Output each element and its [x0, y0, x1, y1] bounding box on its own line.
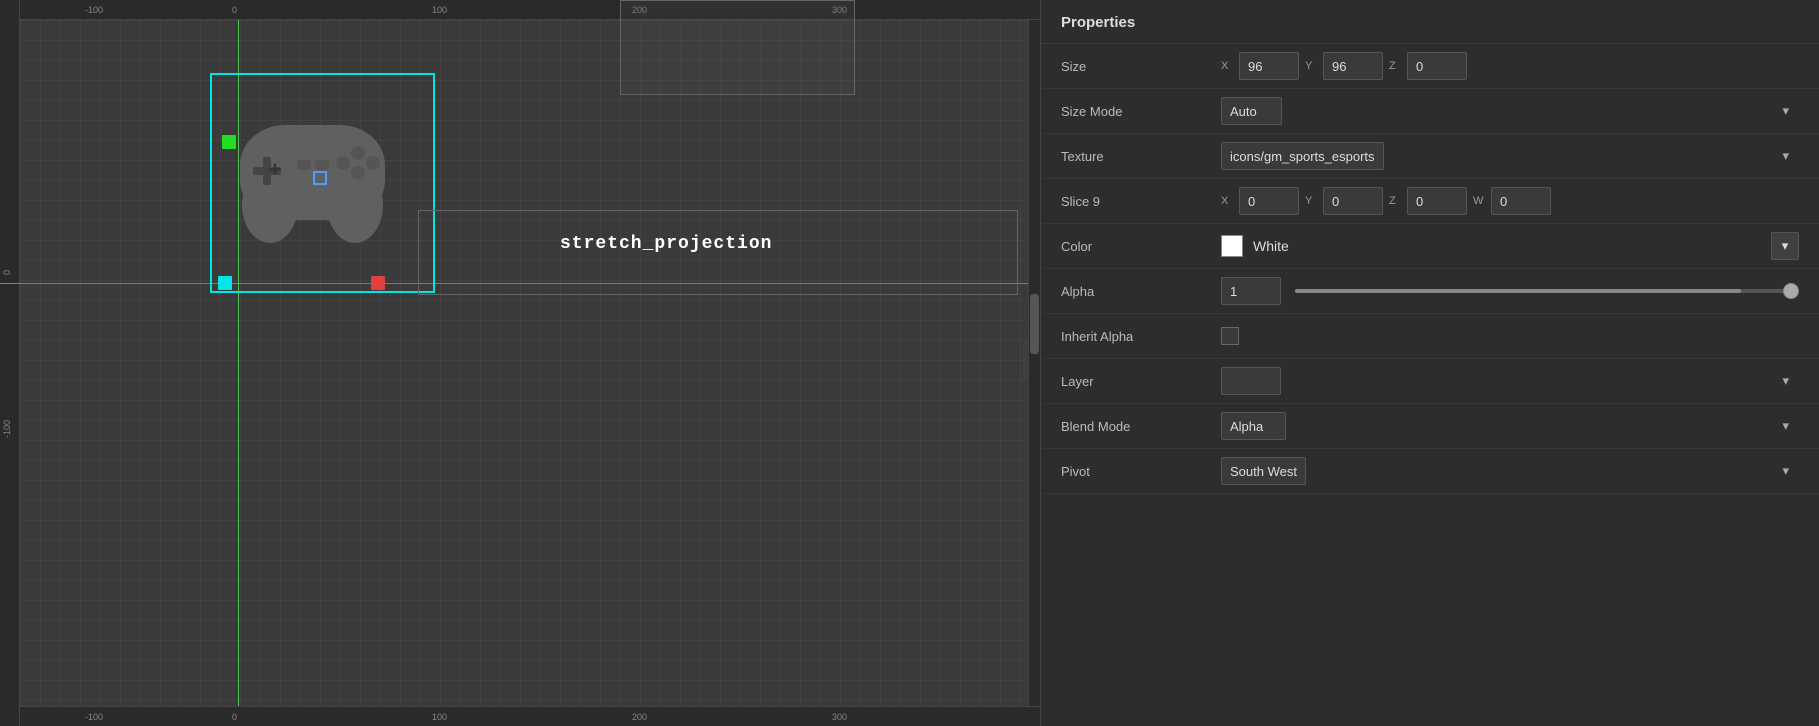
pivot-indicator: [313, 171, 327, 185]
ruler-left: 0 -100: [0, 0, 20, 726]
prop-label-blend-mode: Blend Mode: [1061, 419, 1221, 434]
scrollbar-thumb[interactable]: [1030, 294, 1039, 354]
prop-row-alpha: Alpha: [1041, 269, 1819, 314]
prop-value-pivot: South West North North East East South E…: [1221, 457, 1799, 485]
texture-select[interactable]: icons/gm_sports_esports: [1221, 142, 1384, 170]
alpha-input[interactable]: [1221, 277, 1281, 305]
prop-label-alpha: Alpha: [1061, 284, 1221, 299]
prop-row-texture: Texture icons/gm_sports_esports: [1041, 134, 1819, 179]
prop-label-color: Color: [1061, 239, 1221, 254]
ruler-bottom: -100 0 100 200 300: [20, 706, 1040, 726]
size-z-input[interactable]: [1407, 52, 1467, 80]
handle-bottom-left[interactable]: [218, 276, 232, 290]
prop-row-size: Size X Y Z: [1041, 44, 1819, 89]
ruler-tick-bottom: 300: [832, 712, 847, 722]
canvas-area: -100 0 100 200 300 0 -100 stretch_projec…: [0, 0, 1040, 726]
prop-row-blend-mode: Blend Mode Alpha Additive Multiply: [1041, 404, 1819, 449]
prop-row-size-mode: Size Mode Auto Manual: [1041, 89, 1819, 134]
prop-value-texture: icons/gm_sports_esports: [1221, 142, 1799, 170]
ruler-tick-bottom: 100: [432, 712, 447, 722]
pivot-select[interactable]: South West North North East East South E…: [1221, 457, 1306, 485]
color-value-label: White: [1253, 238, 1289, 254]
alpha-slider-track[interactable]: [1295, 289, 1791, 293]
layer-select[interactable]: Default: [1221, 367, 1281, 395]
prop-label-inherit-alpha: Inherit Alpha: [1061, 329, 1221, 344]
ruler-tick: 0: [232, 5, 237, 15]
color-dropdown-button[interactable]: ▾: [1771, 232, 1799, 260]
coord-label-y: Y: [1305, 60, 1317, 72]
color-swatch[interactable]: [1221, 235, 1243, 257]
prop-value-slice9: X Y Z W: [1221, 187, 1799, 215]
chevron-down-icon: ▾: [1782, 238, 1789, 254]
alpha-slider-fill: [1295, 289, 1741, 293]
s9-coord-label-x: X: [1221, 195, 1233, 207]
slice9-w-input[interactable]: [1491, 187, 1551, 215]
prop-label-pivot: Pivot: [1061, 464, 1221, 479]
prop-value-size: X Y Z: [1221, 52, 1799, 80]
panel-title: Properties: [1041, 0, 1819, 44]
prop-label-layer: Layer: [1061, 374, 1221, 389]
scroll-grip: [1023, 340, 1027, 380]
ruler-tick-left: 0: [2, 270, 12, 275]
svg-text:+: +: [269, 157, 282, 182]
layer-select-wrapper: Default: [1221, 367, 1799, 395]
properties-panel: Properties Size X Y Z Size Mode Auto Man…: [1040, 0, 1819, 726]
canvas-grid: [0, 0, 1040, 726]
s9-coord-label-z: Z: [1389, 195, 1401, 207]
prop-value-color: White ▾: [1221, 232, 1799, 260]
ruler-tick-bottom: 0: [232, 712, 237, 722]
prop-row-pivot: Pivot South West North North East East S…: [1041, 449, 1819, 494]
size-mode-select[interactable]: Auto Manual: [1221, 97, 1282, 125]
ruler-tick: 100: [432, 5, 447, 15]
blend-mode-select[interactable]: Alpha Additive Multiply: [1221, 412, 1286, 440]
prop-value-size-mode: Auto Manual: [1221, 97, 1799, 125]
alpha-slider-thumb[interactable]: [1783, 283, 1799, 299]
prop-value-blend-mode: Alpha Additive Multiply: [1221, 412, 1799, 440]
ruler-top: -100 0 100 200 300: [0, 0, 1040, 20]
prop-label-slice9: Slice 9: [1061, 194, 1221, 209]
size-mode-select-wrapper: Auto Manual: [1221, 97, 1799, 125]
prop-row-color: Color White ▾: [1041, 224, 1819, 269]
handle-bottom-right[interactable]: [371, 276, 385, 290]
prop-value-alpha: [1221, 277, 1799, 305]
prop-label-texture: Texture: [1061, 149, 1221, 164]
pivot-select-wrapper: South West North North East East South E…: [1221, 457, 1799, 485]
slice9-z-input[interactable]: [1407, 187, 1467, 215]
ruler-tick: -100: [85, 5, 103, 15]
handle-top-left[interactable]: [222, 135, 236, 149]
prop-row-slice9: Slice 9 X Y Z W: [1041, 179, 1819, 224]
canvas-scrollbar[interactable]: [1028, 20, 1040, 706]
s9-coord-label-w: W: [1473, 195, 1485, 207]
size-y-input[interactable]: [1323, 52, 1383, 80]
ruler-tick-left: -100: [2, 420, 12, 438]
size-x-input[interactable]: [1239, 52, 1299, 80]
inherit-alpha-checkbox[interactable]: [1221, 327, 1239, 345]
prop-value-layer: Default: [1221, 367, 1799, 395]
coord-label-x: X: [1221, 60, 1233, 72]
prop-label-size: Size: [1061, 59, 1221, 74]
blend-mode-select-wrapper: Alpha Additive Multiply: [1221, 412, 1799, 440]
slice9-x-input[interactable]: [1239, 187, 1299, 215]
prop-label-size-mode: Size Mode: [1061, 104, 1221, 119]
prop-row-inherit-alpha: Inherit Alpha: [1041, 314, 1819, 359]
top-right-box: [620, 0, 855, 95]
prop-row-layer: Layer Default: [1041, 359, 1819, 404]
ruler-tick-bottom: 200: [632, 712, 647, 722]
slice9-y-input[interactable]: [1323, 187, 1383, 215]
s9-coord-label-y: Y: [1305, 195, 1317, 207]
coord-label-z: Z: [1389, 60, 1401, 72]
prop-value-inherit-alpha: [1221, 327, 1799, 345]
stretch-projection-label: stretch_projection: [560, 234, 772, 254]
texture-select-wrapper: icons/gm_sports_esports: [1221, 142, 1799, 170]
ruler-tick-bottom: -100: [85, 712, 103, 722]
